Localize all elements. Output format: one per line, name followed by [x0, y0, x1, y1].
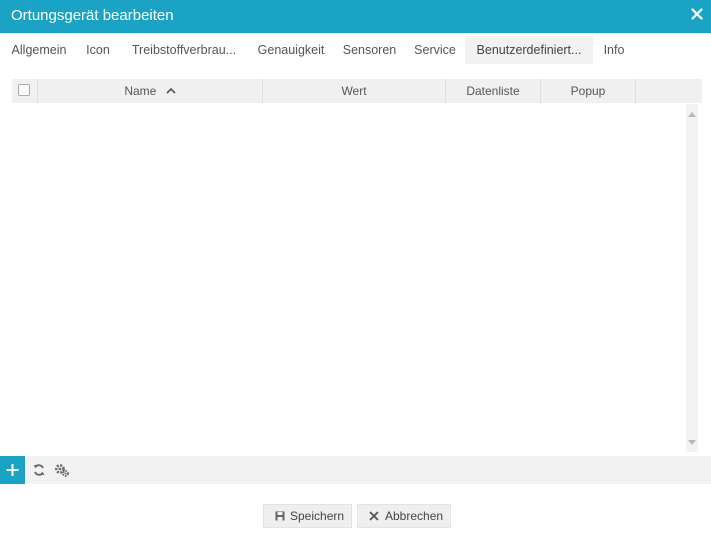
scroll-up-icon[interactable]	[688, 111, 696, 117]
column-header-wert[interactable]: Wert	[263, 79, 446, 103]
cancel-button-label: Abbrechen	[385, 509, 444, 523]
select-all-checkbox[interactable]	[18, 84, 30, 96]
tab-genauigkeit[interactable]: Genauigkeit	[252, 36, 330, 64]
tab-bar: Allgemein Icon Treibstoffverbrau... Gena…	[0, 36, 711, 64]
cancel-button[interactable]: Abbrechen	[357, 504, 451, 528]
select-all-cell	[12, 79, 38, 103]
add-button[interactable]	[0, 456, 25, 484]
grid-header: Name Wert Datenliste Popup	[12, 79, 702, 103]
dialog-title: Ortungsgerät bearbeiten	[11, 7, 174, 24]
save-button-label: Speichern	[290, 509, 345, 523]
sort-ascending-icon	[166, 87, 176, 94]
column-header-datenliste[interactable]: Datenliste	[446, 79, 541, 103]
tab-allgemein[interactable]: Allgemein	[4, 36, 74, 64]
close-icon[interactable]	[691, 8, 703, 20]
column-header-name[interactable]: Name	[38, 79, 263, 103]
dialog-titlebar: Ortungsgerät bearbeiten	[0, 0, 711, 33]
tab-treibstoffverbrauch[interactable]: Treibstoffverbrau...	[124, 36, 244, 64]
tab-icon[interactable]: Icon	[80, 36, 116, 64]
tab-info[interactable]: Info	[597, 36, 631, 64]
tab-service[interactable]: Service	[409, 36, 461, 64]
grid-scrollbar[interactable]	[686, 104, 698, 452]
plus-icon	[6, 464, 19, 476]
tab-sensoren[interactable]: Sensoren	[338, 36, 401, 64]
grid-body	[12, 104, 686, 452]
scroll-down-icon[interactable]	[688, 440, 696, 446]
save-button[interactable]: Speichern	[263, 504, 352, 528]
column-header-name-label: Name	[124, 84, 157, 98]
grid-toolbar	[0, 456, 711, 484]
gears-icon[interactable]	[54, 462, 70, 478]
column-header-popup[interactable]: Popup	[541, 79, 636, 103]
tab-benutzerdefiniert[interactable]: Benutzerdefiniert...	[465, 36, 593, 64]
close-icon	[369, 511, 379, 521]
floppy-disk-icon	[275, 511, 285, 521]
refresh-icon[interactable]	[31, 462, 47, 478]
